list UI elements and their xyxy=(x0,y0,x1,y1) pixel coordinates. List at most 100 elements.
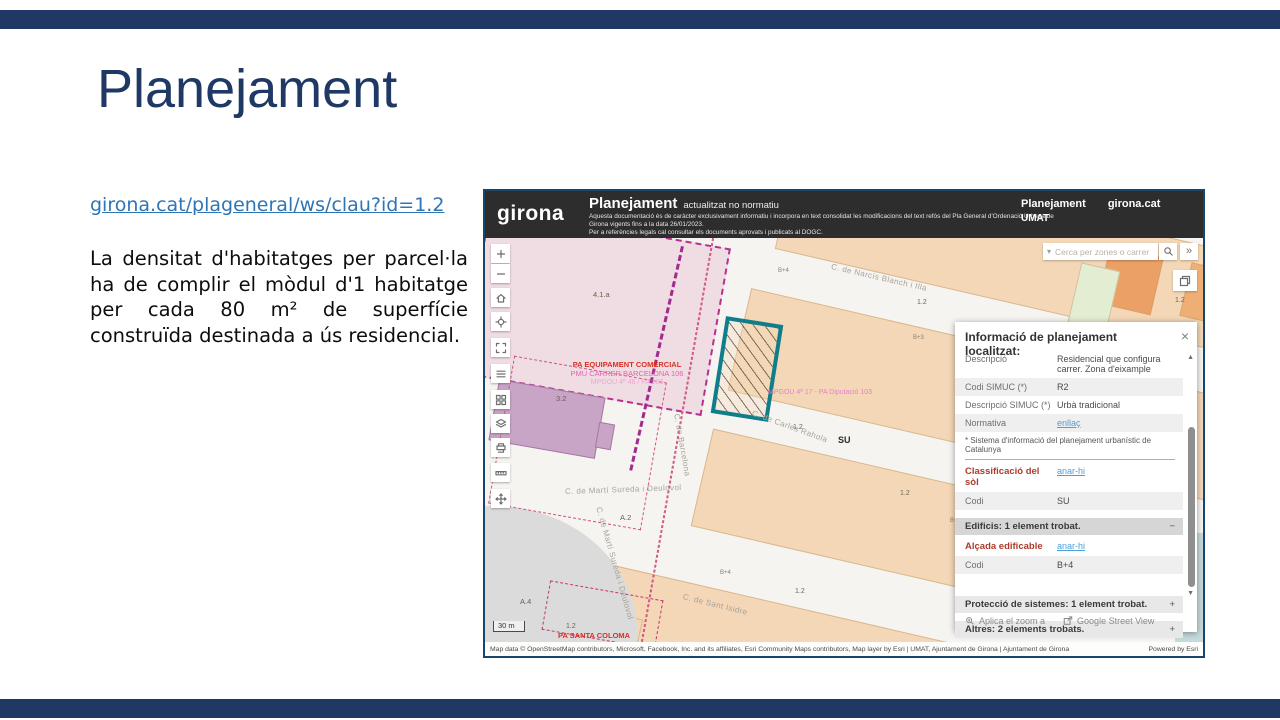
search-button[interactable] xyxy=(1159,243,1177,260)
map-attribution: Map data © OpenStreetMap contributors, M… xyxy=(485,642,1203,656)
zoom-to-label: Aplica el zoom a xyxy=(979,616,1045,626)
attribute-label: Descripció xyxy=(955,350,1057,378)
map-canvas[interactable]: C. de Narcís Blanch i Illa C. de Carles … xyxy=(485,238,1203,642)
print-icon xyxy=(495,442,507,454)
zoom-in-button[interactable] xyxy=(491,244,510,263)
height-code: B+4 xyxy=(720,570,731,576)
slide-top-bar xyxy=(0,10,1280,29)
zone-label-su: SU xyxy=(838,435,851,445)
attribute-value: R2 xyxy=(1057,378,1183,396)
collapse-icon: − xyxy=(1169,521,1175,532)
slide-bottom-bar xyxy=(0,699,1280,718)
viewer-header: girona Planejamentactualitzat no normati… xyxy=(485,191,1203,238)
measure-icon xyxy=(495,467,507,479)
measure-button[interactable] xyxy=(491,463,510,482)
legend-icon xyxy=(495,368,507,380)
search-box: ▾ xyxy=(1043,243,1158,260)
zoom-out-button[interactable] xyxy=(491,264,510,283)
height-code: B+3 xyxy=(913,335,924,341)
parcel-code: 1.2 xyxy=(793,424,803,431)
search-input[interactable] xyxy=(1055,247,1158,257)
compare-views-button[interactable] xyxy=(1173,270,1197,291)
basemap-gallery-button[interactable] xyxy=(491,390,510,409)
zoom-to-button[interactable]: Aplica el zoom a xyxy=(965,616,1045,626)
fullscreen-button[interactable] xyxy=(491,338,510,357)
panel-scrollbar[interactable] xyxy=(1188,427,1195,587)
info-panel-body: Descripció Residencial que configura car… xyxy=(955,350,1183,640)
simuc-footnote: * Sistema d'informació del planejament u… xyxy=(955,432,1183,456)
girona-plan-link[interactable]: girona.cat/plageneral/ws/clau?id=1.2 xyxy=(90,194,444,216)
collapse-panel-button[interactable]: » xyxy=(1180,243,1198,260)
zone-label: A.4 xyxy=(520,597,531,606)
fullscreen-icon xyxy=(495,342,507,354)
attribute-row: Codi SU xyxy=(955,492,1183,510)
zoom-in-icon xyxy=(495,248,507,260)
plan-label: MPGOU 4ª 46 / PA 103 xyxy=(527,378,727,387)
brand-planejament: Planejament xyxy=(1021,198,1086,210)
attribute-label: Codi SIMUC (*) xyxy=(955,378,1057,396)
home-button[interactable] xyxy=(491,288,510,307)
body-paragraph: La densitat d'habitatges per parcel·la h… xyxy=(90,246,468,349)
parcel-code: 1.2 xyxy=(1175,297,1185,304)
attribute-value: Urbà tradicional xyxy=(1057,396,1183,414)
attribute-value: Residencial que configura carrer. Zona d… xyxy=(1057,350,1183,378)
brand-girona-cat: girona.cat xyxy=(1108,198,1161,210)
attribute-value: SU xyxy=(1057,492,1183,510)
viewer-title: Planejamentactualitzat no normatiu xyxy=(589,195,779,212)
locate-icon xyxy=(495,316,507,328)
panel-footer: Aplica el zoom a Google Street View xyxy=(965,616,1187,626)
info-panel: Informació de planejament localitzat: × … xyxy=(955,322,1197,632)
zoom-to-icon xyxy=(965,616,975,626)
panel-divider xyxy=(965,459,1175,460)
attribute-label: Codi xyxy=(955,492,1057,510)
height-code: B+4 xyxy=(778,268,789,274)
edificis-section-header[interactable]: Edificis: 1 element trobat. − xyxy=(955,518,1183,535)
plan-annotation-group: PA EQUIPAMENT COMERCIAL PMU CARRER BARCE… xyxy=(527,360,727,387)
zone-label: A.2 xyxy=(620,513,631,522)
viewer-subtitle: actualitzat no normatiu xyxy=(683,200,779,211)
pan-button[interactable] xyxy=(491,489,510,508)
attribute-row: Normativa enllaç xyxy=(955,414,1183,432)
section-row: Alçada edificable anar-hi xyxy=(955,537,1183,556)
parcel-code: 1.2 xyxy=(917,299,927,306)
pan-icon xyxy=(495,493,507,505)
parcel-code: 1.2 xyxy=(795,588,805,595)
anar-hi-link[interactable]: anar-hi xyxy=(1057,541,1085,551)
attribution-text: Map data © OpenStreetMap contributors, M… xyxy=(490,646,1069,653)
scroll-down-icon[interactable]: ▼ xyxy=(1187,590,1194,597)
scroll-up-icon[interactable]: ▲ xyxy=(1187,354,1194,361)
section-title: Alçada edificable xyxy=(955,537,1057,556)
anar-hi-link[interactable]: anar-hi xyxy=(1057,466,1085,476)
search-source-caret-icon[interactable]: ▾ xyxy=(1043,247,1055,256)
section-title: Classificació del sòl xyxy=(955,462,1057,492)
layers-icon xyxy=(495,418,507,430)
home-icon xyxy=(495,292,507,304)
attribute-label: Normativa xyxy=(955,414,1057,432)
proteccio-header-label: Protecció de sistemes: 1 element trobat. xyxy=(965,599,1147,610)
basemap-grid-icon xyxy=(495,394,507,406)
plan-label: PA EQUIPAMENT COMERCIAL xyxy=(527,360,727,369)
search-icon xyxy=(1163,246,1174,257)
disclaimer-line-1: Aquesta documentació és de caràcter excl… xyxy=(589,213,1067,229)
locate-button[interactable] xyxy=(491,312,510,331)
street-view-button[interactable]: Google Street View xyxy=(1063,616,1154,626)
close-icon[interactable]: × xyxy=(1181,328,1189,344)
layers-button[interactable] xyxy=(491,414,510,433)
proteccio-section-header[interactable]: Protecció de sistemes: 1 element trobat.… xyxy=(955,596,1183,613)
double-chevron-icon: » xyxy=(1186,246,1192,257)
scale-bar: 30 m xyxy=(493,621,525,632)
normativa-link[interactable]: enllaç xyxy=(1057,418,1081,428)
viewer-disclaimer: Aquesta documentació és de caràcter excl… xyxy=(589,213,1067,237)
print-button[interactable] xyxy=(491,438,510,457)
attribute-value: B+4 xyxy=(1057,556,1183,574)
disclaimer-line-2: Per a referències legals cal consultar e… xyxy=(589,229,1067,237)
attribute-row: Descripció SIMUC (*) Urbà tradicional xyxy=(955,396,1183,414)
legend-button[interactable] xyxy=(491,364,510,383)
plan-label: PMU CARRER BARCELONA 106 xyxy=(527,369,727,378)
brand-umat: UMAT xyxy=(1021,213,1189,224)
attribute-row: Codi B+4 xyxy=(955,556,1183,574)
attribute-row: Descripció Residencial que configura car… xyxy=(955,350,1183,378)
street-view-label: Google Street View xyxy=(1077,616,1154,626)
attribute-label: Descripció SIMUC (*) xyxy=(955,396,1057,414)
powered-by-esri: Powered by Esri xyxy=(1149,646,1199,653)
